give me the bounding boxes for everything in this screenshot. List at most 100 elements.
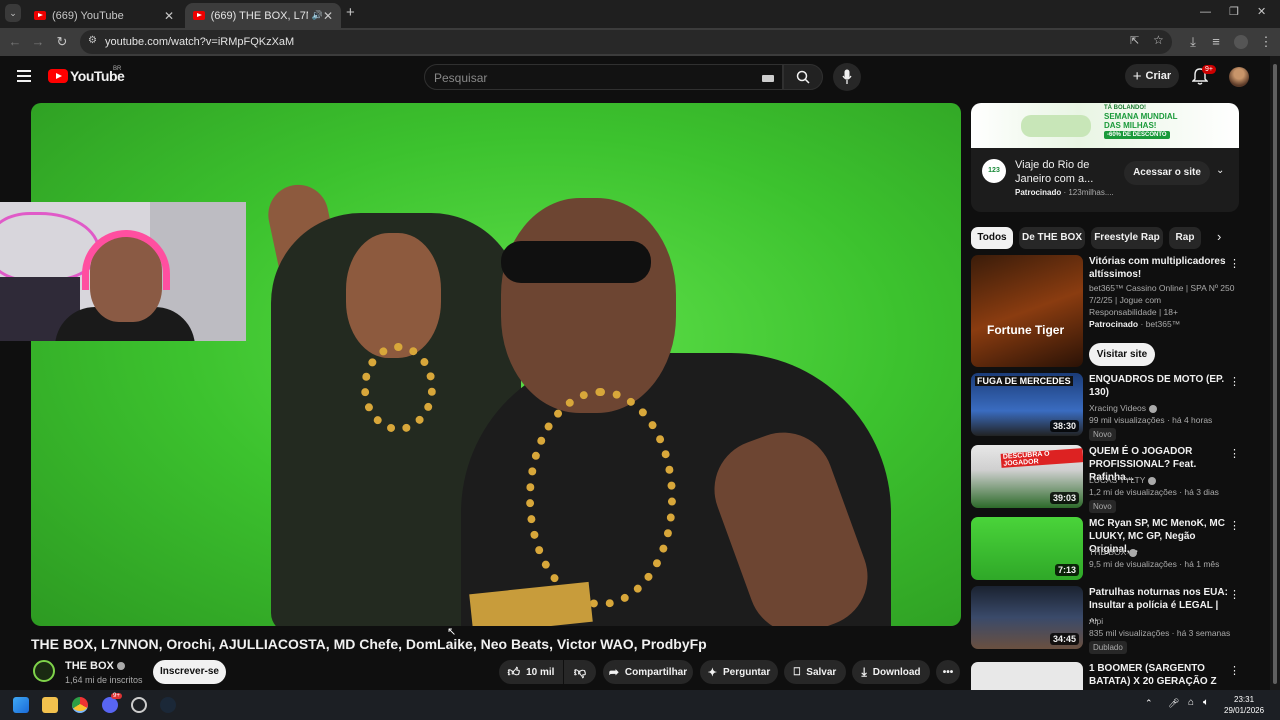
search-button[interactable] — [783, 64, 823, 90]
youtube-play-icon — [48, 69, 68, 83]
microphone-tray-icon[interactable]: 🎤︎ — [1168, 698, 1179, 709]
search-box[interactable] — [424, 64, 783, 90]
url-text[interactable]: youtube.com/watch?v=iRMpFQKzXaM — [105, 36, 294, 48]
browser-menu-icon[interactable]: ⋮ — [1257, 28, 1275, 56]
video-thumbnail[interactable]: Fortune Tiger — [971, 255, 1083, 367]
video-thumbnail[interactable]: 7:13 — [971, 517, 1083, 580]
download-button[interactable]: ⤓ Download — [852, 660, 930, 684]
hamburger-menu-icon[interactable] — [17, 70, 31, 82]
chevron-down-icon[interactable]: ⌄ — [1216, 165, 1224, 176]
install-app-icon[interactable]: ⇱ — [1130, 34, 1139, 47]
youtube-logo[interactable]: YouTube BR — [48, 66, 125, 84]
ad-card[interactable]: 123 Viaje do Rio de Janeiro com a... Pat… — [971, 148, 1239, 212]
create-button[interactable]: + Criar — [1125, 64, 1179, 88]
profile-icon[interactable] — [1234, 35, 1248, 49]
user-avatar[interactable] — [1229, 67, 1249, 87]
list-item[interactable]: Fortune Tiger Vitórias com multiplicador… — [971, 255, 1241, 367]
media-controls-icon[interactable]: ≡ — [1207, 28, 1225, 56]
notification-count-badge: 9+ — [1202, 65, 1216, 74]
share-button[interactable]: ➦ Compartilhar — [603, 660, 693, 684]
tray-overflow-icon[interactable]: ⌃ — [1145, 698, 1153, 709]
downloads-icon[interactable]: ⤓ — [1184, 28, 1202, 56]
video-thumbnail[interactable]: FUGA DE MERCEDES 38:30 — [971, 373, 1083, 436]
duration-badge: 7:13 — [1054, 564, 1079, 576]
visit-site-button[interactable]: Visitar site — [1089, 343, 1155, 366]
ask-label: Perguntar — [722, 666, 771, 678]
more-vertical-icon[interactable]: ⋮ — [1229, 375, 1240, 388]
list-item[interactable]: DESCUBRA O JOGADOR 39:03 QUEM É O JOGADO… — [971, 445, 1241, 513]
new-badge: Novo — [1089, 428, 1116, 441]
reload-icon[interactable]: ↻ — [53, 28, 71, 56]
subscribe-button[interactable]: Inscrever-se — [153, 660, 226, 684]
banner-discount: -60% DE DESCONTO — [1104, 131, 1170, 139]
channel-name[interactable]: THE BOX — [65, 660, 125, 672]
chip-de-the-box[interactable]: De THE BOX — [1019, 227, 1085, 249]
thumbs-up-icon: 👍︎ — [507, 664, 521, 679]
ad-banner-image[interactable]: TÁ BOLANDO! SEMANA MUNDIAL DAS MILHAS! -… — [971, 103, 1239, 148]
steam-icon[interactable] — [160, 697, 176, 713]
new-badge: Novo — [1089, 500, 1116, 513]
close-tab-icon[interactable]: ✕ — [323, 9, 333, 23]
more-actions-button[interactable]: ••• — [936, 660, 960, 684]
more-vertical-icon[interactable]: ⋮ — [1229, 664, 1240, 677]
audio-playing-icon[interactable]: 🔊 — [312, 10, 323, 21]
app-icon[interactable] — [131, 697, 147, 713]
advertiser-logo: 123 — [982, 159, 1006, 183]
scrollbar-thumb[interactable] — [1273, 64, 1277, 684]
windows-start-icon[interactable] — [13, 697, 29, 713]
list-item[interactable]: 7:13 MC Ryan SP, MC MenoK, MC LUUKY, MC … — [971, 517, 1241, 581]
back-icon[interactable]: ← — [6, 28, 24, 56]
like-button[interactable]: 👍︎ 10 mil — [499, 660, 563, 684]
ask-button[interactable]: ✦ Perguntar — [700, 660, 778, 684]
chip-freestyle-rap[interactable]: Freestyle Rap — [1091, 227, 1163, 249]
restore-icon[interactable]: ❐ — [1229, 5, 1239, 18]
rec-sponsor: Patrocinado · bet365™ — [1089, 319, 1180, 329]
video-thumbnail[interactable]: 34:45 — [971, 586, 1083, 649]
voice-search-button[interactable] — [833, 63, 861, 91]
more-vertical-icon[interactable]: ⋮ — [1229, 447, 1240, 460]
system-clock[interactable]: 23:31 29/01/2026 — [1224, 694, 1264, 716]
windows-taskbar: 9+ ⌃ 🎤︎ ⌂ 🔈︎ 23:31 29/01/2026 — [0, 690, 1280, 720]
chip-rap[interactable]: Rap — [1169, 227, 1201, 249]
list-item[interactable]: 34:45 Patrulhas noturnas nos EUA: Insult… — [971, 586, 1241, 654]
chrome-icon[interactable] — [72, 697, 88, 713]
verified-icon — [1148, 476, 1157, 485]
search-input[interactable] — [434, 69, 734, 87]
save-button[interactable]: ⎕ Salvar — [784, 660, 846, 684]
bookmark-star-icon[interactable]: ☆ — [1153, 33, 1164, 47]
minimize-icon[interactable]: — — [1200, 6, 1211, 18]
tab-youtube-home[interactable]: (669) YouTube ✕ — [26, 3, 182, 28]
close-tab-icon[interactable]: ✕ — [164, 9, 174, 23]
forward-icon[interactable]: → — [29, 28, 47, 56]
window-close-icon[interactable]: ✕ — [1257, 5, 1266, 18]
thumbs-down-icon: 👎︎ — [573, 664, 587, 679]
list-item[interactable]: 1 BOOMER (SARGENTO BATATA) X 20 GERAÇÃO … — [971, 662, 1241, 690]
page-scrollbar[interactable] — [1270, 56, 1280, 690]
video-player[interactable] — [31, 103, 961, 626]
video-thumbnail[interactable] — [971, 662, 1083, 690]
youtube-favicon-icon — [193, 11, 205, 20]
discord-icon[interactable] — [102, 697, 118, 713]
address-bar[interactable]: ⚙ youtube.com/watch?v=iRMpFQKzXaM ⇱ ☆ — [80, 30, 1172, 54]
more-vertical-icon[interactable]: ⋮ — [1229, 588, 1240, 601]
site-info-icon[interactable]: ⚙ — [88, 35, 97, 46]
channel-avatar[interactable] — [33, 660, 55, 682]
volume-icon[interactable]: 🔈︎ — [1203, 697, 1209, 708]
file-explorer-icon[interactable] — [42, 697, 58, 713]
more-vertical-icon[interactable]: ⋮ — [1229, 257, 1240, 270]
tab-active-video[interactable]: (669) THE BOX, L7NNON, O 🔊 ✕ — [185, 3, 341, 28]
tab-search-icon[interactable]: ⌄ — [5, 4, 21, 22]
more-vertical-icon[interactable]: ⋮ — [1229, 519, 1240, 532]
keyboard-icon[interactable] — [762, 75, 774, 82]
dislike-button[interactable]: 👎︎ — [564, 660, 596, 684]
chip-todos[interactable]: Todos — [971, 227, 1013, 249]
new-tab-icon[interactable]: + — [346, 4, 355, 21]
list-item[interactable]: FUGA DE MERCEDES 38:30 ENQUADROS DE MOTO… — [971, 373, 1241, 441]
banner-illustration — [1021, 115, 1091, 137]
chips-next-chevron-icon[interactable]: › — [1217, 229, 1221, 244]
sponsored-label: Patrocinado — [1089, 319, 1139, 329]
rec-meta: 99 mil visualizações · há 4 horas — [1089, 415, 1213, 425]
video-thumbnail[interactable]: DESCUBRA O JOGADOR 39:03 — [971, 445, 1083, 508]
visit-site-button[interactable]: Acessar o site — [1124, 161, 1210, 185]
network-icon[interactable]: ⌂ — [1188, 697, 1194, 708]
